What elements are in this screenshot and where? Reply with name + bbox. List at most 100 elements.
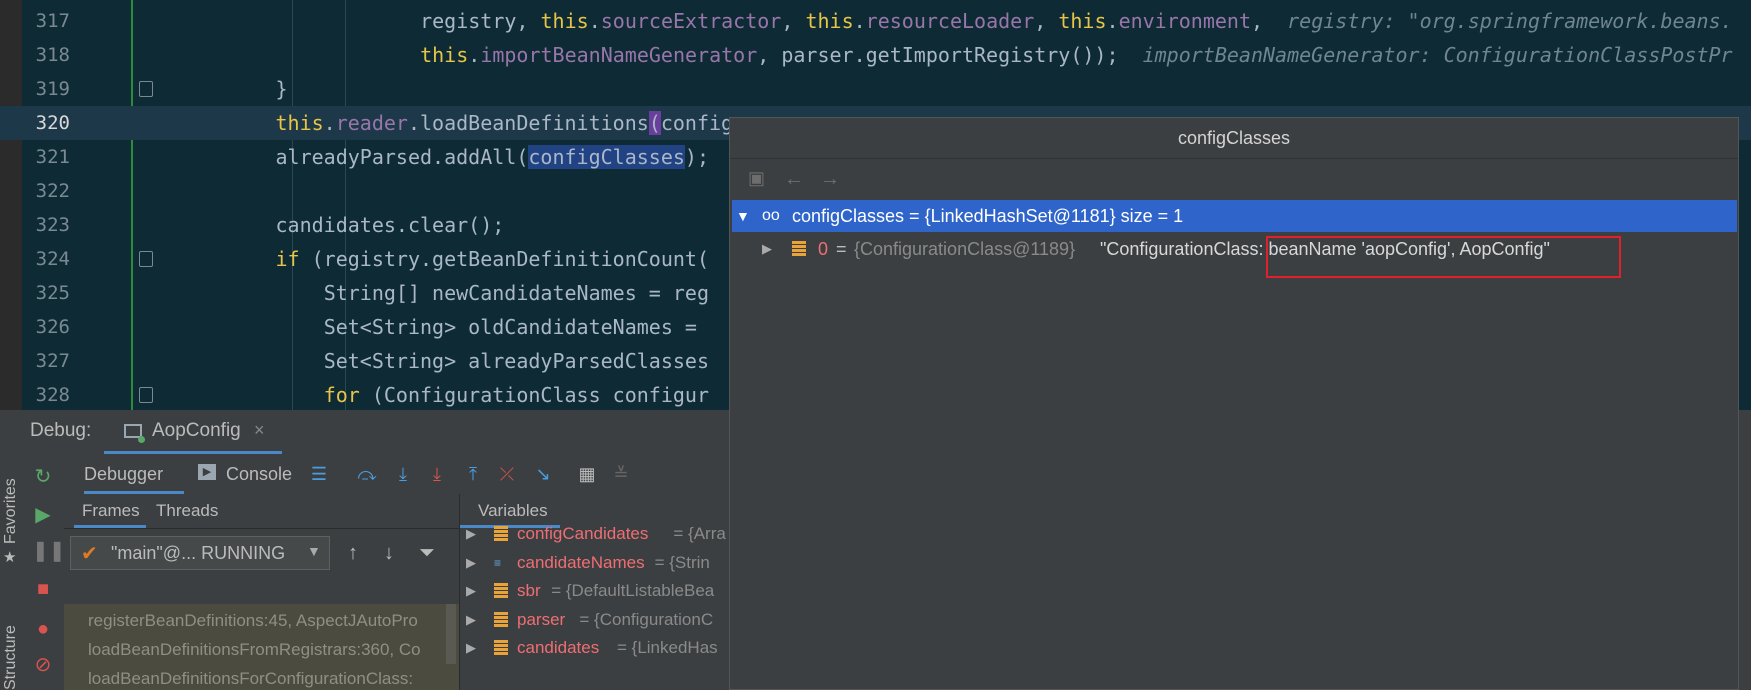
code-text[interactable]: }: [276, 72, 288, 106]
frame-item[interactable]: loadBeanDefinitionsForConfigurationClass…: [88, 664, 413, 690]
watch-glasses-icon: oo: [762, 207, 780, 224]
tree-root-row[interactable]: ▼ oo configClasses = {LinkedHashSet@1181…: [732, 200, 1737, 232]
keyword-token: this: [540, 9, 589, 33]
expand-triangle-icon[interactable]: ▶: [466, 606, 476, 634]
code-text[interactable]: candidates.clear();: [276, 208, 505, 242]
expand-triangle-icon[interactable]: ▶: [466, 520, 476, 548]
code-text[interactable]: this.reader.loadBeanDefinitions(config: [276, 106, 733, 140]
variable-value: = {Strin: [654, 552, 710, 572]
rerun-icon[interactable]: ↻: [32, 466, 54, 488]
trace-icon[interactable]: ≚: [610, 463, 632, 485]
pause-icon[interactable]: ❚❚: [32, 540, 66, 562]
line-number[interactable]: 324: [22, 242, 70, 276]
line-number[interactable]: 320: [22, 106, 70, 140]
back-arrow-icon[interactable]: ←: [784, 168, 804, 191]
line-number[interactable]: 323: [22, 208, 70, 242]
variable-name: configCandidates: [517, 524, 649, 543]
fold-marker-icon[interactable]: [139, 387, 153, 403]
fold-marker-icon[interactable]: [139, 81, 153, 97]
tab-threads[interactable]: Threads: [156, 494, 218, 528]
frame-item[interactable]: loadBeanDefinitionsFromRegistrars:360, C…: [88, 635, 421, 664]
mute-breakpoints-icon[interactable]: ⊘: [32, 654, 54, 676]
thread-select-value: "main"@... RUNNING: [111, 543, 286, 563]
debug-session-tab[interactable]: AopConfig ×: [104, 410, 282, 454]
selected-token: configClasses: [528, 145, 685, 169]
drop-frame-icon[interactable]: ⤫: [496, 463, 518, 485]
tab-console[interactable]: Console: [226, 454, 292, 494]
code-line[interactable]: 317 registry, this.sourceExtractor, this.…: [0, 4, 1751, 38]
code-line[interactable]: 319}: [0, 72, 1751, 106]
code-token: Set<String> alreadyParsedClasses: [323, 349, 709, 373]
expand-triangle-icon[interactable]: ▶: [466, 549, 476, 577]
line-number[interactable]: 318: [22, 38, 70, 72]
resume-icon[interactable]: ▶: [32, 504, 54, 526]
line-number[interactable]: 327: [22, 344, 70, 378]
line-number[interactable]: 326: [22, 310, 70, 344]
element-index: 0: [818, 239, 829, 259]
field-icon: [494, 611, 508, 628]
arrow-down-icon[interactable]: ↓: [384, 542, 394, 565]
collapse-triangle-icon[interactable]: ▼: [736, 200, 750, 232]
open-in-watches-icon[interactable]: ▣: [748, 168, 765, 189]
keyword-token: if: [275, 247, 300, 271]
field-token: environment: [1118, 9, 1252, 33]
code-token: candidates.clear();: [275, 213, 505, 237]
keyword-token: this: [1058, 9, 1107, 33]
filter-icon[interactable]: ⏷: [419, 542, 435, 565]
stop-icon[interactable]: ■: [32, 578, 54, 600]
structure-side-tab[interactable]: Structure: [2, 625, 20, 690]
tab-frames[interactable]: Frames: [74, 494, 146, 528]
code-line[interactable]: 318 this.importBeanNameGenerator, parser.…: [0, 38, 1751, 72]
variable-inspect-popup[interactable]: configClasses ▣ ← → ▼ oo configClasses =…: [729, 117, 1739, 690]
code-text[interactable]: for (ConfigurationClass configur: [324, 378, 709, 410]
line-number[interactable]: 319: [22, 72, 70, 106]
force-step-into-icon[interactable]: ⤓: [426, 463, 448, 485]
code-text[interactable]: String[] newCandidateNames = reg: [324, 276, 709, 310]
code-token: Set<String> oldCandidateNames =: [323, 315, 709, 339]
code-token: (ConfigurationClass configur: [359, 383, 710, 407]
code-token: }: [275, 77, 288, 101]
expand-triangle-icon[interactable]: ▶: [466, 634, 476, 662]
frame-list[interactable]: registerBeanDefinitions:45, AspectJAutoP…: [64, 604, 459, 690]
debug-label: Debug:: [30, 420, 92, 441]
keyword-token: this: [805, 9, 854, 33]
code-text[interactable]: Set<String> oldCandidateNames =: [324, 310, 709, 344]
expand-triangle-icon[interactable]: ▶: [466, 577, 476, 605]
frame-list-scrollbar[interactable]: [446, 604, 456, 664]
code-text[interactable]: alreadyParsed.addAll(configClasses);: [276, 140, 709, 174]
view-breakpoints-icon[interactable]: ●: [32, 618, 54, 640]
frame-item[interactable]: registerBeanDefinitions:45, AspectJAutoP…: [88, 606, 418, 635]
code-token: .loadBeanDefinitions: [407, 111, 649, 135]
chevron-down-icon: ▼: [307, 543, 321, 559]
close-icon[interactable]: ×: [254, 420, 265, 441]
code-text[interactable]: this.importBeanNameGenerator, parser.get…: [420, 38, 1733, 72]
fold-marker-icon[interactable]: [139, 251, 153, 267]
arrow-up-icon[interactable]: ↑: [348, 542, 358, 565]
tab-debugger[interactable]: Debugger: [84, 454, 184, 494]
expand-triangle-icon[interactable]: ▶: [762, 234, 772, 264]
step-into-icon[interactable]: ⤓: [392, 463, 414, 485]
favorites-side-tab[interactable]: Favorites: [2, 478, 20, 544]
code-text[interactable]: Set<String> alreadyParsedClasses: [324, 344, 709, 378]
evaluate-expression-icon[interactable]: ▦: [576, 463, 598, 485]
line-number[interactable]: 321: [22, 140, 70, 174]
variable-value: = {ConfigurationC: [579, 609, 714, 629]
star-icon: ★: [3, 549, 17, 566]
thread-select[interactable]: ✔ "main"@... RUNNING ▼: [70, 536, 330, 570]
step-out-icon[interactable]: ⤒: [462, 463, 484, 485]
code-text[interactable]: if (registry.getBeanDefinitionCount(: [276, 242, 710, 276]
run-to-cursor-icon[interactable]: ↘: [532, 463, 554, 485]
code-token: .: [468, 43, 481, 67]
field-token: resourceLoader: [865, 9, 1035, 33]
forward-arrow-icon[interactable]: →: [820, 168, 840, 191]
threads-list-icon[interactable]: ☰: [308, 463, 330, 485]
line-number[interactable]: 328: [22, 378, 70, 410]
line-number[interactable]: 317: [22, 4, 70, 38]
code-text[interactable]: registry, this.sourceExtractor, this.res…: [420, 4, 1733, 38]
array-icon: ≡: [494, 555, 502, 570]
code-token: ,: [781, 9, 806, 33]
step-over-icon[interactable]: ⤼: [356, 463, 378, 485]
line-number[interactable]: 325: [22, 276, 70, 310]
line-number[interactable]: 322: [22, 174, 70, 208]
variable-name: candidates: [517, 638, 600, 657]
